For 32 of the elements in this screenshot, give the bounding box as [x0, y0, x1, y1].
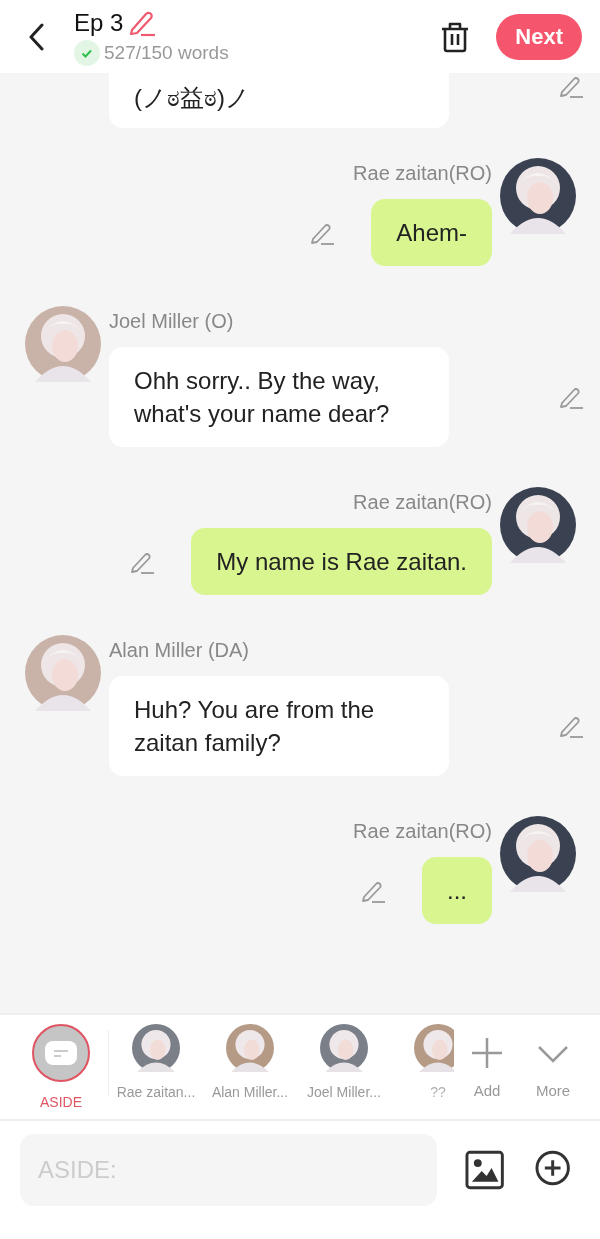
- character-name: Alan Miller...: [211, 1084, 289, 1100]
- image-icon[interactable]: [465, 1150, 505, 1190]
- sender-name: Alan Miller (DA): [109, 639, 251, 662]
- message-bubble: Huh? You are from the zaitan family?: [109, 676, 449, 776]
- word-count: 527/150 words: [104, 41, 229, 64]
- add-icon[interactable]: [534, 1150, 570, 1186]
- next-button[interactable]: Next: [496, 13, 582, 60]
- character-item[interactable]: Rae zaitan...: [109, 1024, 203, 1100]
- back-icon[interactable]: [28, 22, 44, 51]
- message-bubble: Ahem-: [371, 199, 492, 266]
- character-item[interactable]: ??: [391, 1024, 454, 1100]
- aside-icon: [32, 1024, 90, 1082]
- message-bubble: My name is Rae zaitan.: [191, 528, 492, 595]
- character-name: ASIDE: [40, 1094, 82, 1110]
- character-name: Rae zaitan...: [116, 1084, 196, 1100]
- sender-name: Rae zaitan(RO): [353, 491, 492, 514]
- plus-icon: [470, 1035, 504, 1070]
- episode-title: Ep 3: [74, 8, 124, 37]
- sender-name: Rae zaitan(RO): [353, 162, 492, 185]
- character-item[interactable]: Joel Miller...: [297, 1024, 391, 1100]
- add-button[interactable]: Add: [454, 1035, 520, 1099]
- message-bubble: Ohh sorry.. By the way, what's your name dear?: [109, 347, 449, 447]
- character-name: ??: [430, 1084, 446, 1100]
- message-bubble: (ノಠ益ಠ)ノ: [109, 73, 449, 128]
- message-bubble: ...: [422, 857, 492, 924]
- sender-name: Rae zaitan(RO): [353, 820, 492, 843]
- character-name: Joel Miller...: [307, 1084, 381, 1100]
- character-item[interactable]: ASIDE: [14, 1024, 108, 1110]
- character-item[interactable]: Alan Miller...: [203, 1024, 297, 1100]
- more-button[interactable]: More: [520, 1035, 586, 1099]
- trash-icon[interactable]: [440, 20, 471, 53]
- sender-name: Joel Miller (O): [109, 310, 235, 333]
